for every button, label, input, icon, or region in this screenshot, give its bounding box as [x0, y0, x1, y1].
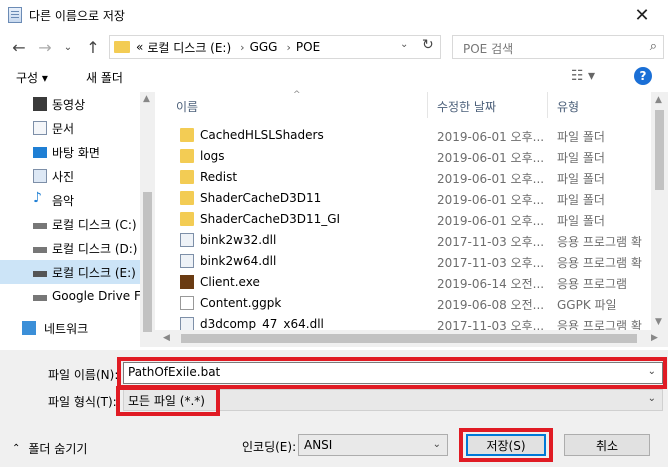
breadcrumb-overflow[interactable]: «	[136, 40, 143, 54]
file-list-horizontal-scrollbar[interactable]: ◀ ▶	[155, 330, 668, 347]
column-divider[interactable]	[547, 92, 548, 118]
video-icon	[33, 97, 47, 111]
vertical-scroll-thumb[interactable]	[655, 110, 664, 190]
picture-icon	[33, 169, 47, 183]
help-icon[interactable]: ?	[634, 67, 652, 85]
address-row: ← → ⌄ ↑ « 로컬 디스크 (E:) › GGG › POE ⌄ ↻ PO…	[0, 30, 668, 62]
chevron-down-icon[interactable]: ⌄	[400, 39, 408, 50]
encoding-label: 인코딩(E):	[242, 440, 297, 454]
recent-dropdown-icon[interactable]: ⌄	[57, 36, 79, 58]
breadcrumb-drive-e[interactable]: 로컬 디스크 (E:)	[147, 39, 231, 56]
new-folder-button[interactable]: 새 폴더	[86, 69, 123, 86]
file-row[interactable]: bink2w32.dll 2017-11-03 오후... 응용 프로그램 확	[170, 230, 650, 251]
scroll-up-icon[interactable]: ▲	[655, 95, 662, 105]
dll-file-icon	[180, 254, 194, 268]
chevron-right-icon[interactable]: ›	[240, 41, 244, 54]
search-placeholder: POE 검색	[463, 42, 514, 56]
highlight-box-filename	[117, 357, 667, 389]
chevron-right-icon[interactable]: ›	[286, 41, 290, 54]
title-bar: 다른 이름으로 저장 ✕	[0, 0, 668, 30]
highlight-box-filetype	[116, 386, 220, 416]
encoding-value: ANSI	[304, 438, 333, 452]
nav-item-google-drive[interactable]: Google Drive File	[0, 284, 140, 308]
nav-item-music[interactable]: ♪ 음악	[0, 188, 140, 212]
scroll-down-icon[interactable]: ▼	[655, 317, 662, 327]
close-icon[interactable]: ✕	[616, 0, 668, 30]
folder-icon	[180, 212, 194, 226]
horizontal-scroll-thumb[interactable]	[181, 334, 637, 343]
file-row[interactable]: ShaderCacheD3D11_GI 2019-06-01 오후... 파일 …	[170, 209, 650, 230]
drive-icon	[33, 247, 47, 253]
notepad-icon	[8, 7, 22, 23]
navigation-pane: 동영상 문서 바탕 화면 사진 ♪ 음악 로컬 디스크 (C:) 로컬 디스크 …	[0, 92, 155, 347]
breadcrumb-ggg[interactable]: GGG	[250, 40, 278, 54]
drive-icon	[33, 271, 47, 277]
folder-icon	[180, 191, 194, 205]
window-title: 다른 이름으로 저장	[29, 9, 125, 23]
breadcrumb-poe[interactable]: POE	[296, 40, 320, 54]
scroll-left-icon[interactable]: ◀	[163, 333, 170, 343]
file-row[interactable]: CachedHLSLShaders 2019-06-01 오후... 파일 폴더	[170, 125, 650, 146]
search-icon[interactable]: ⌕	[650, 39, 657, 54]
file-row[interactable]: ShaderCacheD3D11 2019-06-01 오후... 파일 폴더	[170, 188, 650, 209]
nav-item-documents[interactable]: 문서	[0, 116, 140, 140]
exe-file-icon	[180, 275, 194, 289]
organize-button[interactable]: 구성 ▾	[16, 69, 48, 86]
highlight-box-save	[459, 428, 553, 462]
chevron-down-icon[interactable]: ⌄	[648, 393, 656, 404]
chevron-down-icon[interactable]: ⌄	[433, 439, 441, 450]
column-header-name[interactable]: 이름	[176, 98, 198, 115]
file-row[interactable]: Content.ggpk 2019-06-08 오전... GGPK 파일	[170, 293, 650, 314]
filename-label: 파일 이름(N):	[48, 368, 119, 382]
nav-item-pictures[interactable]: 사진	[0, 164, 140, 188]
nav-item-videos[interactable]: 동영상	[0, 92, 140, 116]
column-header-date[interactable]: 수정한 날짜	[437, 98, 496, 115]
file-row[interactable]: Redist 2019-06-01 오후... 파일 폴더	[170, 167, 650, 188]
file-row[interactable]: logs 2019-06-01 오후... 파일 폴더	[170, 146, 650, 167]
folder-icon	[180, 170, 194, 184]
chevron-up-icon: ⌃	[12, 443, 21, 454]
drive-icon	[33, 223, 47, 229]
back-icon[interactable]: ←	[8, 36, 30, 58]
drive-icon	[33, 295, 47, 301]
scroll-right-icon[interactable]: ▶	[651, 333, 658, 343]
nav-scroll-thumb[interactable]	[143, 192, 152, 332]
sort-up-icon: ^	[293, 90, 301, 100]
column-divider[interactable]	[427, 92, 428, 118]
nav-item-network[interactable]: 네트워크	[0, 316, 140, 340]
folder-icon	[180, 128, 194, 142]
file-row[interactable]: Client.exe 2019-06-14 오전... 응용 프로그램	[170, 272, 650, 293]
desktop-icon	[33, 147, 47, 158]
nav-item-drive-d[interactable]: 로컬 디스크 (D:)	[0, 236, 140, 260]
dll-file-icon	[180, 317, 194, 331]
file-row[interactable]: bink2w64.dll 2017-11-03 오후... 응용 프로그램 확	[170, 251, 650, 272]
column-headers: 이름 ^ 수정한 날짜 유형	[163, 90, 653, 118]
network-icon	[22, 321, 36, 335]
cancel-button[interactable]: 취소	[564, 434, 650, 456]
folder-icon	[180, 149, 194, 163]
music-icon: ♪	[33, 190, 42, 206]
file-list-vertical-scrollbar[interactable]: ▲ ▼	[651, 92, 668, 330]
dll-file-icon	[180, 233, 194, 247]
nav-item-desktop[interactable]: 바탕 화면	[0, 140, 140, 164]
filetype-label: 파일 형식(T):	[48, 395, 117, 409]
encoding-select[interactable]: ANSI ⌄	[298, 434, 448, 456]
hide-folders-toggle[interactable]: ⌃ 폴더 숨기기	[12, 440, 87, 457]
search-input[interactable]: POE 검색 ⌕	[452, 35, 664, 59]
nav-scrollbar[interactable]: ▲	[140, 92, 155, 347]
up-icon[interactable]: ↑	[82, 36, 104, 58]
refresh-icon[interactable]: ↻	[422, 37, 434, 53]
document-icon	[33, 121, 47, 135]
folder-icon	[114, 41, 130, 53]
generic-file-icon	[180, 296, 194, 310]
column-header-type[interactable]: 유형	[557, 98, 579, 115]
forward-icon[interactable]: →	[34, 36, 56, 58]
view-options-icon[interactable]: ☷ ▾	[571, 68, 595, 84]
scroll-up-icon[interactable]: ▲	[143, 94, 150, 104]
nav-item-drive-e[interactable]: 로컬 디스크 (E:)	[0, 260, 140, 284]
toolbar: 구성 ▾ 새 폴더 ☷ ▾ ?	[0, 63, 668, 91]
address-bar[interactable]: « 로컬 디스크 (E:) › GGG › POE ⌄ ↻	[109, 35, 441, 59]
nav-item-drive-c[interactable]: 로컬 디스크 (C:)	[0, 212, 140, 236]
